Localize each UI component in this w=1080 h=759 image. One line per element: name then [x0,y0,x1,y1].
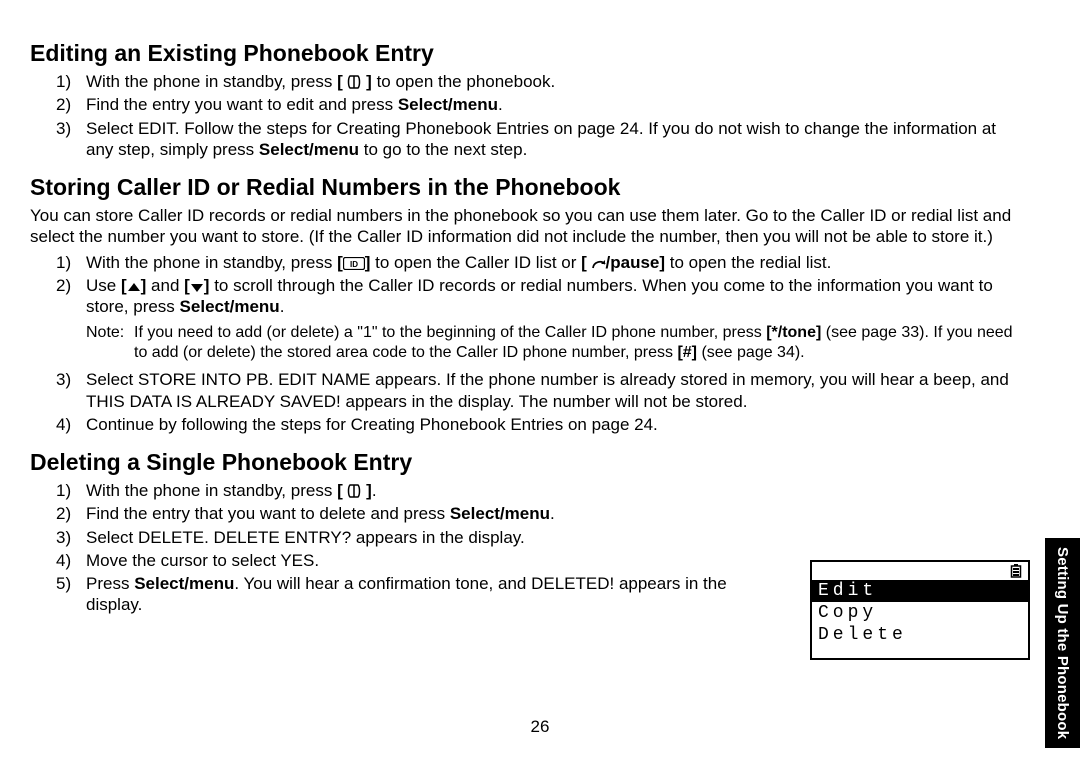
list-item: Use [] and [] to scroll through the Call… [56,275,1020,318]
storing-intro: You can store Caller ID records or redia… [30,205,1020,248]
phonebook-icon [347,484,361,498]
cid-key: [ID] [337,253,370,272]
phone-lcd-display: Edit Copy Delete [810,560,1030,660]
list-item: With the phone in standby, press [ID] to… [56,252,1020,273]
select-menu-key: Select/menu [450,504,550,523]
hash-key: [#] [677,344,697,361]
storing-steps: With the phone in standby, press [ID] to… [56,252,1020,318]
redial-icon [592,258,606,270]
list-item: Select EDIT. Follow the steps for Creati… [56,118,1020,161]
storing-steps-cont: Select STORE INTO PB. EDIT NAME appears.… [56,369,1020,435]
redial-pause-key: [ /pause] [581,253,665,272]
lcd-menu-item-copy: Copy [812,602,1028,624]
lcd-menu-item-delete: Delete [812,624,1028,646]
deleting-steps: With the phone in standby, press [ ]. Fi… [56,480,770,616]
cid-icon: ID [343,257,365,270]
battery-icon [1010,564,1022,578]
list-item: With the phone in standby, press [ ] to … [56,71,1020,92]
list-item: Find the entry you want to edit and pres… [56,94,1020,115]
editing-steps: With the phone in standby, press [ ] to … [56,71,1020,160]
up-arrow-icon [127,282,141,293]
down-arrow-icon [190,282,204,293]
list-item: Find the entry that you want to delete a… [56,503,770,524]
select-menu-key: Select/menu [398,95,498,114]
tone-key: [*/tone] [766,324,821,341]
up-key: [] [121,276,146,295]
heading-editing: Editing an Existing Phonebook Entry [30,40,1020,67]
svg-text:ID: ID [350,260,358,269]
lcd-status-row [812,562,1028,580]
phonebook-key: [ ] [337,481,372,500]
list-item: Select STORE INTO PB. EDIT NAME appears.… [56,369,1020,412]
note-label: Note: [86,323,124,343]
phonebook-key: [ ] [337,72,372,91]
list-item: Press Select/menu. You will hear a confi… [56,573,770,616]
list-item: With the phone in standby, press [ ]. [56,480,770,501]
list-item: Select DELETE. DELETE ENTRY? appears in … [56,527,770,548]
heading-storing: Storing Caller ID or Redial Numbers in t… [30,174,1020,201]
note-block: Note: If you need to add (or delete) a "… [86,323,1020,363]
section-tab: Setting Up the Phonebook [1045,538,1080,748]
phonebook-icon [347,75,361,89]
select-menu-key: Select/menu [134,574,234,593]
heading-deleting: Deleting a Single Phonebook Entry [30,449,1020,476]
select-menu-key: Select/menu [180,297,280,316]
page-number: 26 [0,717,1080,737]
down-key: [] [184,276,209,295]
list-item: Continue by following the steps for Crea… [56,414,1020,435]
lcd-menu-item-edit: Edit [812,580,1028,602]
manual-page: Editing an Existing Phonebook Entry With… [0,0,1080,759]
select-menu-key: Select/menu [259,140,359,159]
list-item: Move the cursor to select YES. [56,550,770,571]
